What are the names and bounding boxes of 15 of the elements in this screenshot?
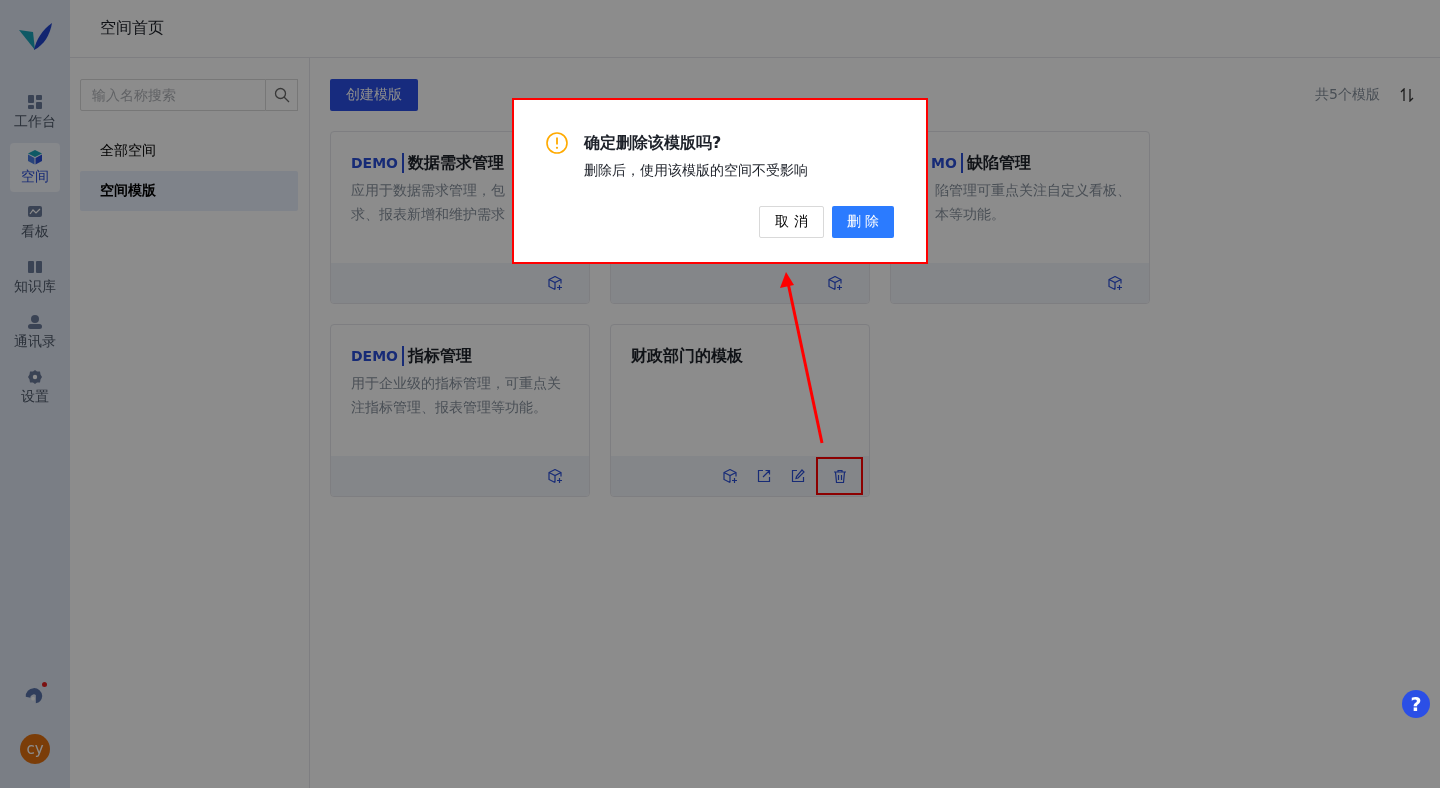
card-description: 求、报表新增和维护需求	[351, 205, 506, 224]
card-description: 本等功能。	[935, 205, 1006, 224]
page-title: 空间首页	[100, 18, 164, 39]
demo-tag: DEMO	[351, 346, 405, 366]
demo-tag: DEMO	[351, 153, 405, 173]
card-title: 财政部门的模板	[631, 345, 743, 367]
card-description: 陷管理可重点关注自定义看板、	[935, 181, 1129, 200]
card-description: 用于企业级的指标管理，可重点关	[351, 374, 562, 393]
card-description: 应用于数据需求管理，包	[351, 181, 506, 200]
demo-tag: MO	[931, 153, 963, 173]
card-description: 注指标管理、报表管理等功能。	[351, 398, 548, 417]
card-title: 数据需求管理	[408, 152, 505, 174]
template-count: 共5个模版	[1315, 86, 1380, 104]
card-title: 指标管理	[408, 345, 473, 367]
card-title: 缺陷管理	[966, 152, 1031, 174]
